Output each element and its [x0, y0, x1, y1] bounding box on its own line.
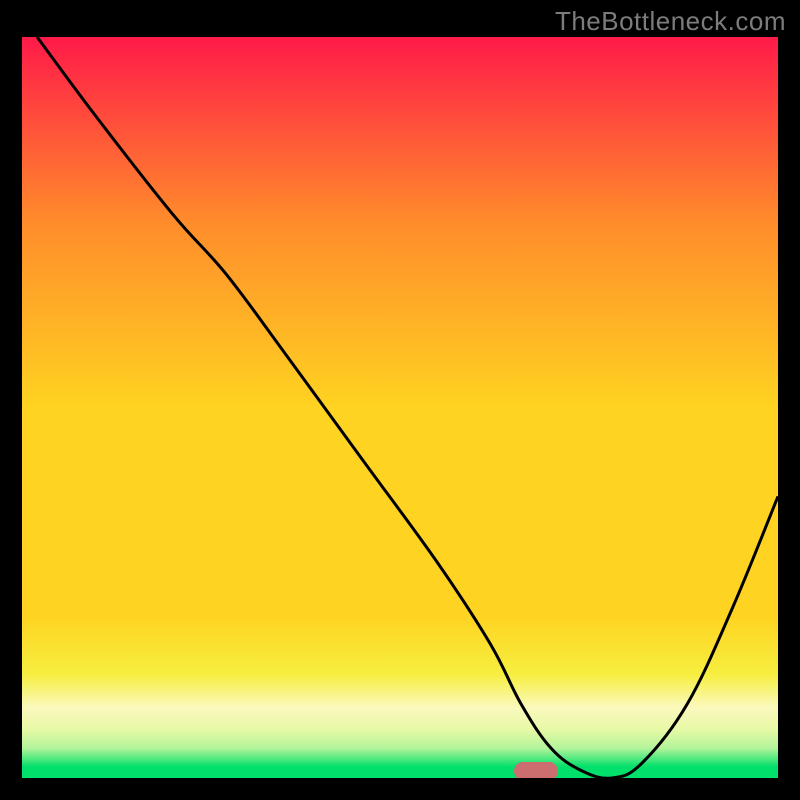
chart-frame: TheBottleneck.com: [0, 0, 800, 800]
watermark-text: TheBottleneck.com: [555, 6, 786, 37]
plot-area: [22, 37, 778, 778]
gradient-background: [22, 37, 778, 778]
